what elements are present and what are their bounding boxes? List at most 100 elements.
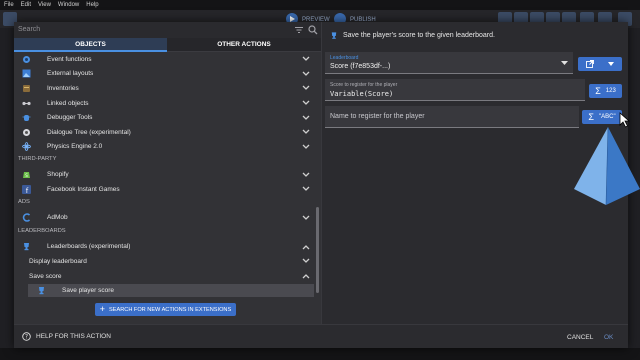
new-action-dialog: Search OBJECTS OTHER ACTIONS Event funct… xyxy=(14,22,628,348)
menu-help[interactable]: Help xyxy=(86,2,98,8)
sigma-icon: Σ xyxy=(595,86,601,96)
tab-other-actions[interactable]: OTHER ACTIONS xyxy=(167,38,321,52)
leaderboard-trophy-icon xyxy=(331,32,337,39)
open-in-new-icon xyxy=(586,60,594,68)
help-label: HELP FOR THIS ACTION xyxy=(36,333,111,340)
list-item-leaderboards[interactable]: Leaderboards (experimental) xyxy=(14,240,314,255)
help-button[interactable]: ? HELP FOR THIS ACTION xyxy=(22,332,111,341)
list-item[interactable]: AdMob xyxy=(14,211,314,226)
chevron-down-icon[interactable] xyxy=(302,100,310,106)
physics-icon xyxy=(22,142,31,152)
list-item[interactable]: External layouts xyxy=(14,67,314,82)
section-header-third-party: THIRD-PARTY xyxy=(18,156,57,162)
dropdown-arrow-icon[interactable] xyxy=(561,61,568,65)
ok-button[interactable]: OK xyxy=(604,334,613,341)
chevron-down-icon[interactable] xyxy=(302,56,310,62)
list-item-save-player-score[interactable]: Save player score xyxy=(28,283,314,297)
admob-icon xyxy=(22,213,31,223)
list-item-label: Debugger Tools xyxy=(47,114,93,122)
dropdown-arrow-icon xyxy=(608,62,614,66)
section-header-leaderboards: LEADERBOARDS xyxy=(18,228,66,234)
list-item-label: Save score xyxy=(29,272,62,280)
list-item[interactable]: Debugger Tools xyxy=(14,110,314,125)
score-expression-value[interactable]: Variable(Score) xyxy=(330,90,393,98)
chevron-down-icon[interactable] xyxy=(302,215,310,221)
list-item-label: Facebook Instant Games xyxy=(47,185,120,193)
string-expression-button[interactable]: Σ "ABC" xyxy=(582,110,622,124)
leaderboard-field-label: Leaderboard xyxy=(330,55,359,61)
search-input[interactable]: Search xyxy=(18,26,40,33)
chevron-down-icon[interactable] xyxy=(302,71,310,77)
action-list: Event functions External layouts Invento… xyxy=(14,52,321,297)
list-item[interactable]: S Shopify xyxy=(14,168,314,183)
list-item-label: Save player score xyxy=(62,287,115,295)
number-expression-label: 123 xyxy=(605,88,616,94)
list-item-label: Inventories xyxy=(47,84,79,92)
inventories-icon xyxy=(22,84,31,93)
event-functions-icon xyxy=(22,55,31,64)
chevron-down-icon[interactable] xyxy=(302,129,310,135)
menu-view[interactable]: View xyxy=(38,2,51,8)
section-header-ads: ADS xyxy=(18,199,30,205)
list-item[interactable]: Dialogue Tree (experimental) xyxy=(14,125,314,140)
list-item[interactable]: Physics Engine 2.0 xyxy=(14,140,314,155)
tab-objects[interactable]: OBJECTS xyxy=(14,38,167,52)
search-extensions-button[interactable]: + SEARCH FOR NEW ACTIONS IN EXTENSIONS xyxy=(95,303,236,316)
list-item-label: Event functions xyxy=(47,55,92,63)
chevron-down-icon[interactable] xyxy=(302,85,310,91)
score-field-label: Score to register for the player xyxy=(330,82,398,88)
number-expression-button[interactable]: Σ 123 xyxy=(589,84,622,98)
list-item-label: Linked objects xyxy=(47,99,89,107)
list-item-label: Shopify xyxy=(47,171,69,179)
list-item-save-score[interactable]: Save score xyxy=(14,269,314,284)
search-icon[interactable] xyxy=(308,25,318,35)
shopify-icon: S xyxy=(22,170,31,179)
action-description-text: Save the player's score to the given lea… xyxy=(343,32,495,39)
debugger-icon xyxy=(22,113,31,122)
chevron-down-icon[interactable] xyxy=(302,172,310,178)
list-item-display-leaderboard[interactable]: Display leaderboard xyxy=(14,254,314,269)
chevron-up-icon[interactable] xyxy=(302,273,310,279)
sigma-icon: Σ xyxy=(588,112,594,122)
list-item[interactable]: f Facebook Instant Games xyxy=(14,182,314,197)
chevron-down-icon[interactable] xyxy=(302,144,310,150)
help-icon: ? xyxy=(22,332,31,341)
menu-edit[interactable]: Edit xyxy=(21,2,31,8)
filter-icon[interactable] xyxy=(295,27,303,33)
list-item-label: Physics Engine 2.0 xyxy=(47,143,103,151)
chevron-down-icon[interactable] xyxy=(302,115,310,121)
cancel-button[interactable]: CANCEL xyxy=(567,334,593,341)
list-item[interactable]: Inventories xyxy=(14,81,314,96)
pyramid-shape-icon xyxy=(574,127,640,205)
chevron-up-icon[interactable] xyxy=(302,244,310,250)
mouse-cursor-icon xyxy=(619,112,631,128)
list-scrollbar[interactable] xyxy=(316,207,319,293)
string-expression-label: "ABC" xyxy=(598,114,616,120)
action-chooser-pane: Search OBJECTS OTHER ACTIONS Event funct… xyxy=(14,22,321,324)
list-item-label: AdMob xyxy=(47,214,68,222)
score-expression-field[interactable]: Score to register for the player Variabl… xyxy=(325,79,585,101)
list-item-label: Dialogue Tree (experimental) xyxy=(47,128,131,136)
list-item-label: Display leaderboard xyxy=(29,257,87,265)
list-item-label: External layouts xyxy=(47,70,94,78)
left-strip xyxy=(0,28,14,348)
leaderboard-open-button[interactable] xyxy=(578,57,622,71)
menu-file[interactable]: File xyxy=(4,2,14,8)
tab-bar: OBJECTS OTHER ACTIONS xyxy=(14,38,321,52)
list-item[interactable]: Linked objects xyxy=(14,96,314,111)
menu-window[interactable]: Window xyxy=(58,2,79,8)
dialog-footer: ? HELP FOR THIS ACTION CANCEL OK xyxy=(14,324,628,348)
external-layouts-icon xyxy=(22,69,31,78)
menu-bar: File Edit View Window Help xyxy=(0,0,640,10)
leaderboard-select[interactable]: Leaderboard Score (f7e853df-...) xyxy=(325,52,573,74)
player-name-field[interactable]: Name to register for the player xyxy=(325,106,579,128)
chevron-down-icon[interactable] xyxy=(302,186,310,192)
list-item[interactable]: Event functions xyxy=(14,52,314,67)
bottom-bar xyxy=(0,348,640,360)
search-bar: Search xyxy=(14,22,321,38)
dialogue-tree-icon xyxy=(22,128,31,137)
chevron-down-icon[interactable] xyxy=(302,258,310,264)
leaderboard-select-value: Score (f7e853df-...) xyxy=(330,63,391,70)
player-name-placeholder: Name to register for the player xyxy=(330,113,425,120)
leaderboard-trophy-icon xyxy=(22,242,31,251)
